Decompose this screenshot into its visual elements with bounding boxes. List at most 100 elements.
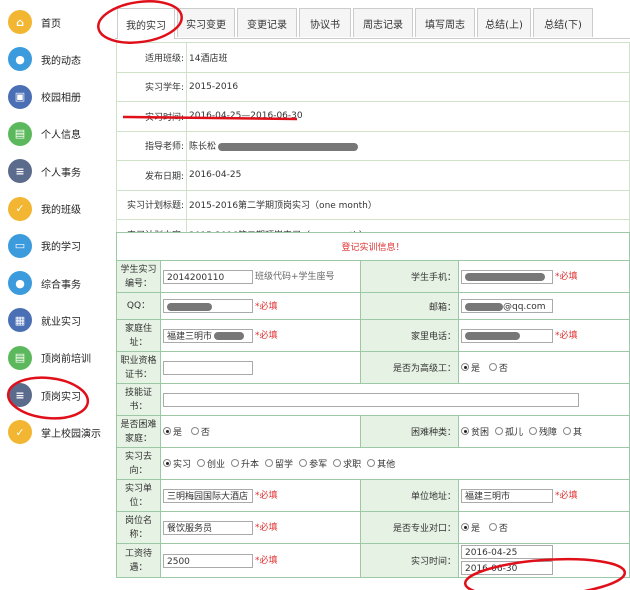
company-label: 实习单位： (116, 479, 161, 512)
post-input[interactable]: 餐饮服务员 (163, 520, 253, 535)
monitor-icon: ▭ (8, 233, 32, 258)
user-icon: ● (8, 47, 32, 72)
poor-type-radio-2[interactable]: 残障 (529, 425, 557, 438)
qq-label: QQ： (116, 292, 161, 320)
qq-input[interactable] (163, 299, 253, 314)
qq-required: *必填 (255, 301, 278, 312)
senior-no-radio[interactable]: 否 (488, 361, 508, 374)
sidebar-item-0[interactable]: ⌂ 首页 (8, 6, 108, 38)
email-input[interactable]: @qq.com (461, 299, 553, 313)
tab-2[interactable]: 变更记录 (237, 8, 297, 37)
checkbox-icon: ✓ (8, 420, 32, 445)
sidebar-item-label: 个人事务 (41, 167, 81, 179)
sidebar-item-label: 顶岗前培训 (41, 354, 91, 366)
sidebar-item-label: 我的动态 (41, 55, 81, 67)
destination-radio-4[interactable]: 参军 (299, 457, 327, 470)
phone-input[interactable] (461, 269, 553, 284)
salary-label: 工资待遇： (116, 543, 161, 578)
info-row: 指导老师: 陈长松 (116, 130, 630, 161)
destination-radio-5[interactable]: 求职 (333, 457, 361, 470)
info-value: 陈长松 (186, 130, 630, 161)
tab-3[interactable]: 协议书 (299, 8, 351, 37)
info-key: 实习计划标题: (116, 189, 187, 220)
home-phone-required: *必填 (555, 331, 578, 342)
tab-7[interactable]: 总结(下) (533, 8, 593, 37)
poor-type-radio-1[interactable]: 孤儿 (495, 425, 523, 438)
salary-required: *必填 (255, 556, 278, 567)
post-label: 岗位名称： (116, 511, 161, 544)
cert-input[interactable] (163, 360, 253, 375)
destination-radio-3[interactable]: 留学 (265, 457, 293, 470)
destination-label: 实习去向： (116, 447, 161, 480)
sidebar-item-label: 校园相册 (41, 93, 81, 105)
home-phone-input[interactable] (461, 328, 553, 343)
tab-4[interactable]: 周志记录 (353, 8, 413, 37)
sidebar-item-label: 综合事务 (41, 279, 81, 291)
info-value: 2016-04-25—2016-06-30 (186, 101, 630, 132)
info-value: 2016-04-25 (186, 160, 630, 191)
info-value-text: 2016-04-25 (189, 170, 242, 181)
senior-yes-radio[interactable]: 是 (461, 361, 480, 374)
sidebar-item-1[interactable]: ● 我的动态 (8, 43, 108, 75)
info-value-text: 2015-2016 (189, 81, 239, 92)
redacted-teacher (218, 142, 359, 151)
tab-1[interactable]: 实习变更 (177, 8, 235, 37)
info-value-text: 14酒店班 (189, 53, 228, 64)
sidebar-item-11[interactable]: ✓ 掌上校园演示 (8, 416, 108, 448)
sidebar-item-label: 掌上校园演示 (41, 428, 101, 440)
sidebar: ⌂ 首页 ● 我的动态 ▣ 校园相册 ▤ 个人信息 ≡ 个人事务 ✓ 我的班级 ▭ 我的学习 ● 综合事务 ▦ 就… (0, 0, 110, 590)
info-key: 适用班级: (116, 42, 187, 73)
form-title: 登记实训信息！ (116, 232, 630, 261)
sidebar-item-2[interactable]: ▣ 校园相册 (8, 81, 108, 113)
sidebar-item-6[interactable]: ▭ 我的学习 (8, 230, 108, 262)
email-label: 邮箱： (360, 292, 459, 320)
major-match-label: 是否专业对口： (360, 511, 459, 544)
database-icon: ≡ (8, 159, 32, 184)
sidebar-item-10[interactable]: ≡ 顶岗实习 (8, 379, 108, 411)
senior-label: 是否为高级工： (360, 351, 459, 384)
destination-radio-0[interactable]: 实习 (163, 457, 191, 470)
tab-6[interactable]: 总结(上) (477, 8, 531, 37)
info-key: 发布日期: (116, 160, 187, 191)
sidebar-item-4[interactable]: ≡ 个人事务 (8, 155, 108, 187)
company-address-input[interactable]: 福建三明市 (461, 488, 553, 503)
match-yes-radio[interactable]: 是 (461, 521, 480, 534)
info-value: 14酒店班 (186, 42, 630, 73)
sidebar-item-label: 我的学习 (41, 242, 81, 254)
clipboard-icon: ▤ (8, 121, 32, 146)
company-input[interactable]: 三明梅园国际大酒店 (163, 488, 253, 503)
time-end-input[interactable]: 2016-06-30 (461, 561, 553, 575)
company-address-label: 单位地址： (360, 479, 459, 512)
student-no-input[interactable]: 2014200110 (163, 269, 253, 284)
sidebar-item-9[interactable]: ▤ 顶岗前培训 (8, 342, 108, 374)
redacted-home-phone (465, 332, 520, 341)
internship-registration-form: 登记实训信息！ 学生实习编号： 2014200110 班级代码+学生座号 学生手机… (116, 232, 630, 578)
skill-input[interactable] (163, 392, 579, 407)
info-row: 实习时间: 2016-04-25—2016-06-30 (116, 101, 630, 132)
phone-label: 学生手机： (360, 260, 459, 293)
destination-radio-2[interactable]: 升本 (231, 457, 259, 470)
tab-5[interactable]: 填写周志 (415, 8, 475, 37)
poor-no-radio[interactable]: 否 (190, 425, 210, 438)
poor-type-radio-0[interactable]: 贫困 (461, 425, 489, 438)
poor-label: 是否困难家庭： (116, 415, 161, 448)
company-address-required: *必填 (555, 491, 578, 502)
sidebar-item-5[interactable]: ✓ 我的班级 (8, 193, 108, 225)
destination-radio-1[interactable]: 创业 (197, 457, 225, 470)
sidebar-item-8[interactable]: ▦ 就业实习 (8, 304, 108, 336)
home-icon: ⌂ (8, 10, 32, 34)
time-start-input[interactable]: 2016-04-25 (461, 545, 553, 559)
tab-0[interactable]: 我的实习 (117, 8, 175, 39)
time-label: 实习时间： (360, 543, 459, 578)
salary-input[interactable]: 2500 (163, 553, 253, 568)
poor-type-radio-3[interactable]: 其 (563, 425, 582, 438)
address-input[interactable]: 福建三明市 (163, 328, 253, 343)
poor-yes-radio[interactable]: 是 (163, 425, 182, 438)
match-no-radio[interactable]: 否 (488, 521, 508, 534)
redacted-phone (465, 273, 545, 282)
sidebar-item-label: 顶岗实习 (41, 391, 81, 403)
sidebar-item-3[interactable]: ▤ 个人信息 (8, 118, 108, 150)
sidebar-item-7[interactable]: ● 综合事务 (8, 267, 108, 299)
destination-radio-6[interactable]: 其他 (367, 457, 395, 470)
user-icon: ● (8, 271, 32, 296)
